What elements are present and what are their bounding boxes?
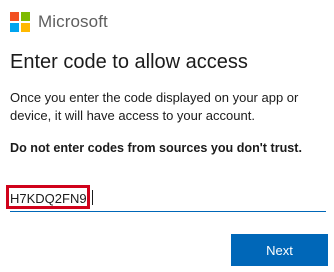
logo-yellow-square (21, 23, 30, 32)
brand-name: Microsoft (38, 12, 108, 31)
logo-blue-square (10, 23, 19, 32)
text-caret (92, 190, 93, 205)
description-text: Once you enter the code displayed on you… (10, 90, 299, 123)
next-button[interactable]: Next (231, 234, 328, 266)
warning-text: Do not enter codes from sources you don'… (10, 141, 302, 155)
code-input[interactable] (10, 185, 326, 212)
microsoft-logo-icon (10, 12, 30, 32)
page-title: Enter code to allow access (10, 51, 248, 73)
logo-green-square (21, 12, 30, 21)
logo-red-square (10, 12, 19, 21)
header: Microsoft (10, 11, 108, 33)
